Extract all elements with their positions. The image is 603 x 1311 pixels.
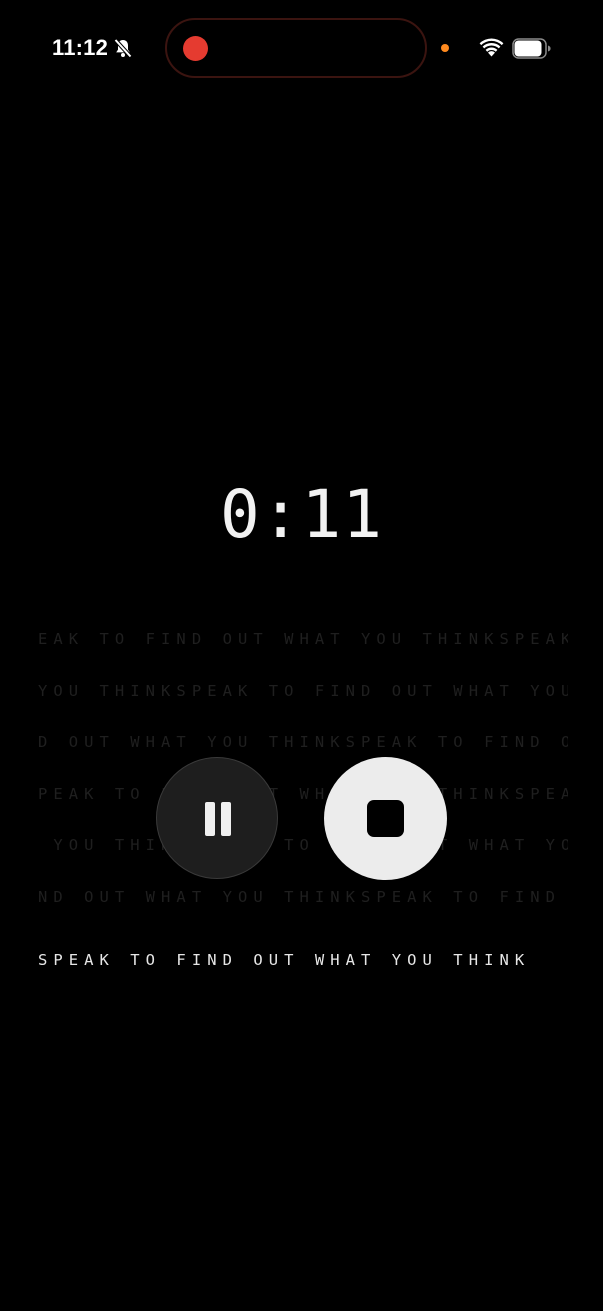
marquee-line: EAK TO FIND OUT WHAT YOU THINKSPEAK TO F… <box>38 632 568 648</box>
tagline: SPEAK TO FIND OUT WHAT YOU THINK <box>38 950 531 969</box>
dynamic-island[interactable] <box>165 18 427 78</box>
marquee-line: YOU THINKSPEAK TO FIND OUT WHAT YOU THIN… <box>53 838 568 854</box>
marquee-line: PEAK TO FIND OUT WHAT YOU THINKSPEAK TO … <box>38 786 568 803</box>
marquee-line: YOU THINKSPEAK TO FIND OUT WHAT YOU THIN… <box>38 683 568 700</box>
marquee-line: ND OUT WHAT YOU THINKSPEAK TO FIND OUT W… <box>38 889 561 906</box>
microphone-in-use-indicator <box>441 44 449 52</box>
stop-button[interactable] <box>324 757 447 880</box>
marquee-line: D OUT WHAT YOU THINKSPEAK TO FIND OUT WH… <box>38 735 568 751</box>
pause-button[interactable] <box>156 757 278 879</box>
elapsed-timer: 0:11 <box>220 476 383 553</box>
status-time: 11:12 <box>52 35 109 60</box>
recording-indicator <box>183 36 208 61</box>
wifi-icon <box>479 38 504 57</box>
battery-icon <box>512 38 551 59</box>
speak-marquee: EAK TO FIND OUT WHAT YOU THINKSPEAK TO F… <box>38 596 568 988</box>
bell-slash-icon <box>114 38 132 58</box>
stop-icon <box>367 800 404 837</box>
